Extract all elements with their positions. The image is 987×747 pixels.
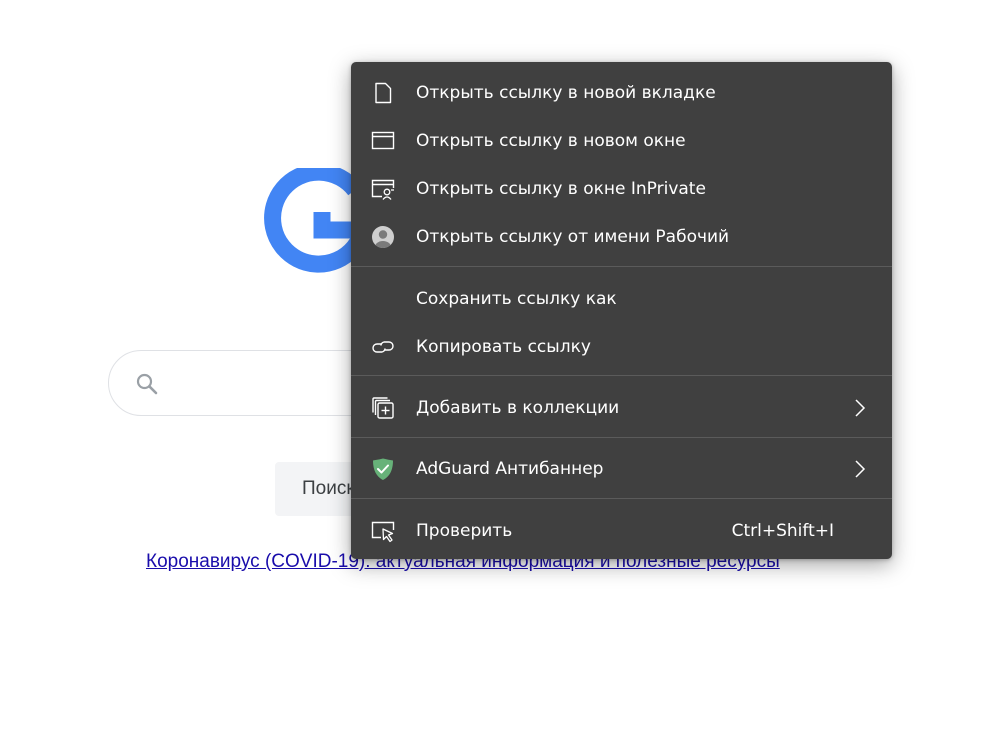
inprivate-window-icon (371, 179, 395, 200)
menu-item-add-to-collections[interactable]: Добавить в коллекции (351, 384, 892, 432)
inspect-icon (371, 521, 395, 543)
chevron-right-icon (855, 460, 866, 478)
menu-separator (351, 266, 892, 267)
search-icon (136, 373, 158, 395)
menu-item-label: Сохранить ссылку как (416, 289, 617, 309)
menu-item-label: Проверить (416, 521, 513, 541)
menu-item-save-link-as[interactable]: Сохранить ссылку как (351, 275, 892, 323)
menu-item-label: Открыть ссылку в новой вкладке (416, 83, 716, 103)
menu-separator (351, 437, 892, 438)
menu-item-open-new-window[interactable]: Открыть ссылку в новом окне (351, 117, 892, 165)
menu-item-label: Открыть ссылку в новом окне (416, 131, 686, 151)
menu-item-label: Открыть ссылку от имени Рабочий (416, 227, 730, 247)
profile-avatar-icon (372, 226, 394, 248)
new-window-icon (371, 131, 395, 150)
browser-page: Поиск Коронавирус (COVID-19): актуальная… (0, 0, 987, 747)
adguard-shield-icon (373, 458, 393, 480)
menu-item-label: Копировать ссылку (416, 337, 591, 357)
menu-item-open-as-profile[interactable]: Открыть ссылку от имени Рабочий (351, 213, 892, 261)
menu-item-label: AdGuard Антибаннер (416, 459, 604, 479)
link-context-menu: Открыть ссылку в новой вкладке Открыть с… (351, 62, 892, 559)
chevron-right-icon (855, 399, 866, 417)
new-tab-icon (375, 82, 392, 104)
menu-item-copy-link[interactable]: Копировать ссылку (351, 323, 892, 371)
menu-item-inspect[interactable]: Проверить Ctrl+Shift+I (351, 507, 892, 555)
menu-item-label: Добавить в коллекции (416, 398, 620, 418)
menu-item-label: Открыть ссылку в окне InPrivate (416, 179, 706, 199)
menu-item-open-new-tab[interactable]: Открыть ссылку в новой вкладке (351, 69, 892, 117)
menu-separator (351, 498, 892, 499)
collections-add-icon (372, 397, 394, 419)
menu-separator (351, 375, 892, 376)
menu-item-shortcut: Ctrl+Shift+I (731, 521, 834, 541)
menu-item-open-inprivate[interactable]: Открыть ссылку в окне InPrivate (351, 165, 892, 213)
link-icon (372, 341, 394, 353)
menu-item-adguard[interactable]: AdGuard Антибаннер (351, 445, 892, 493)
